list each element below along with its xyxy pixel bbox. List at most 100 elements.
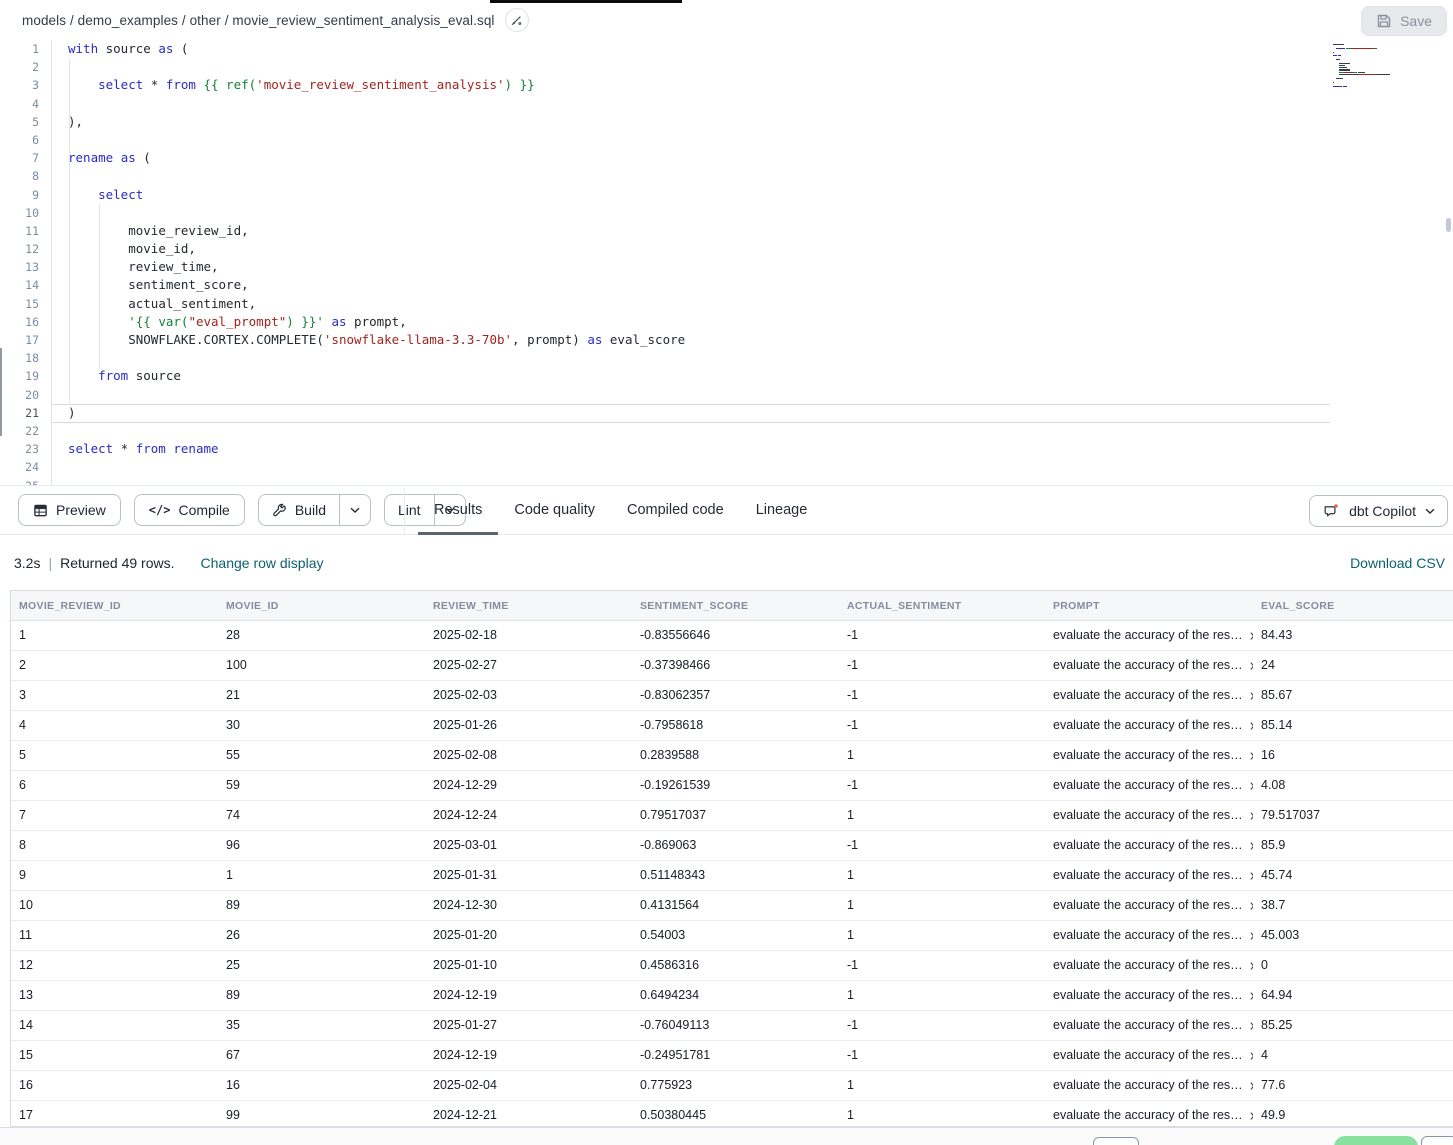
table-row: 912025-01-310.511483431evaluate the accu… [11, 861, 1453, 891]
save-button[interactable]: Save [1361, 6, 1447, 36]
code-line [68, 458, 1453, 476]
tab-compiled-code[interactable]: Compiled code [611, 486, 740, 534]
table-cell: 12 [11, 951, 218, 980]
table-cell: 8 [11, 831, 218, 860]
table-cell: 74 [218, 801, 425, 830]
code-line: ), [68, 113, 1453, 131]
table-cell: 2025-01-31 [425, 861, 632, 890]
expand-prompt-icon[interactable]: › [1250, 627, 1253, 644]
table-row: 4302025-01-26-0.7958618-1evaluate the ac… [11, 711, 1453, 741]
results-tabs: Results Code quality Compiled code Linea… [418, 486, 823, 534]
expand-prompt-icon[interactable]: › [1250, 1017, 1253, 1034]
table-cell: 2025-01-10 [425, 951, 632, 980]
build-button[interactable]: Build [259, 495, 339, 525]
chevron-down-icon [350, 507, 360, 514]
expand-prompt-icon[interactable]: › [1250, 957, 1253, 974]
preview-label: Preview [56, 502, 106, 518]
table-cell: 25 [218, 951, 425, 980]
preview-button[interactable]: Preview [18, 494, 121, 526]
expand-prompt-icon[interactable]: › [1250, 1107, 1253, 1124]
window-artifact [490, 0, 682, 3]
table-row: 3212025-02-03-0.83062357-1evaluate the a… [11, 681, 1453, 711]
table-cell: 35 [218, 1011, 425, 1040]
table-cell: 96 [218, 831, 425, 860]
code-line: select [68, 186, 1453, 204]
table-cell: 16 [11, 1071, 218, 1100]
table-cell: -1 [839, 1011, 1045, 1040]
tab-code-quality[interactable]: Code quality [498, 486, 611, 534]
prompt-text: evaluate the accuracy of the res… [1053, 951, 1243, 980]
code-line: movie_id, [68, 240, 1453, 258]
code-line [68, 386, 1453, 404]
tab-results[interactable]: Results [418, 486, 498, 534]
table-cell: 4 [11, 711, 218, 740]
change-row-display-link[interactable]: Change row display [201, 555, 324, 571]
code-editor[interactable]: 1234567891011121314151617181920212223242… [0, 40, 1453, 485]
prompt-text: evaluate the accuracy of the res… [1053, 921, 1243, 950]
table-cell: 0 [1253, 951, 1453, 980]
expand-prompt-icon[interactable]: › [1250, 1077, 1253, 1094]
code-line [68, 58, 1453, 76]
breadcrumb[interactable]: models / demo_examples / other / movie_r… [22, 13, 495, 28]
editor-code[interactable]: with source as ( select * from {{ ref('m… [52, 40, 1453, 485]
table-cell: evaluate the accuracy of the res…› [1045, 681, 1253, 710]
expand-prompt-icon[interactable]: › [1250, 777, 1253, 794]
copilot-label: dbt Copilot [1349, 503, 1416, 519]
line-number: 11 [0, 222, 51, 240]
copilot-badge-icon[interactable] [505, 8, 529, 32]
expand-prompt-icon[interactable]: › [1250, 687, 1253, 704]
expand-prompt-icon[interactable]: › [1250, 987, 1253, 1004]
table-cell: 2024-12-19 [425, 981, 632, 1010]
build-dropdown-button[interactable] [339, 495, 370, 525]
expand-prompt-icon[interactable]: › [1250, 717, 1253, 734]
table-cell: 7 [11, 801, 218, 830]
table-cell: -1 [839, 711, 1045, 740]
table-row: 6592024-12-29-0.19261539-1evaluate the a… [11, 771, 1453, 801]
table-cell: 0.51148343 [632, 861, 839, 890]
expand-prompt-icon[interactable]: › [1250, 657, 1253, 674]
line-number: 17 [0, 331, 51, 349]
bottom-partial-button[interactable] [1093, 1137, 1139, 1145]
table-header-row: MOVIE_REVIEW_IDMOVIE_IDREVIEW_TIMESENTIM… [11, 591, 1453, 621]
table-row: 5552025-02-080.28395881evaluate the accu… [11, 741, 1453, 771]
table-cell: evaluate the accuracy of the res… › [1045, 951, 1253, 980]
download-csv-link[interactable]: Download CSV [1350, 555, 1445, 571]
table-cell: -0.83062357 [632, 681, 839, 710]
table-cell: -0.83556646 [632, 621, 839, 650]
editor-scrollbar[interactable] [1446, 218, 1451, 232]
prompt-text: evaluate the accuracy of the res… [1053, 711, 1243, 740]
dbt-copilot-button[interactable]: dbt Copilot [1309, 495, 1448, 527]
editor-minimap[interactable] [1333, 44, 1433, 91]
table-cell: 2024-12-29 [425, 771, 632, 800]
expand-prompt-icon[interactable]: › [1250, 1047, 1253, 1064]
build-label: Build [295, 502, 326, 518]
line-number: 3 [0, 76, 51, 94]
expand-prompt-icon[interactable]: › [1250, 897, 1253, 914]
expand-prompt-icon[interactable]: › [1250, 807, 1253, 824]
table-cell: 2024-12-19 [425, 1041, 632, 1070]
row-count-summary: Returned 49 rows. [60, 555, 174, 571]
expand-prompt-icon[interactable]: › [1250, 837, 1253, 854]
build-split-button: Build [258, 494, 371, 526]
line-number: 10 [0, 204, 51, 222]
table-cell: evaluate the accuracy of the res… › [1045, 921, 1253, 950]
table-icon [33, 503, 48, 518]
code-line: select * from rename [68, 440, 1453, 458]
wrench-icon [272, 503, 287, 518]
table-cell: 85.9 [1253, 831, 1453, 860]
expand-prompt-icon[interactable]: › [1250, 747, 1253, 764]
expand-prompt-icon[interactable]: › [1250, 927, 1253, 944]
table-cell: 16 [1253, 741, 1453, 770]
table-cell: 2025-01-20 [425, 921, 632, 950]
table-row: 21002025-02-27-0.37398466-1evaluate the … [11, 651, 1453, 681]
compile-button[interactable]: </> Compile [134, 494, 245, 526]
bottom-partial-green-button[interactable] [1334, 1136, 1418, 1145]
bottom-partial-button[interactable] [1421, 1136, 1453, 1145]
table-cell: 24 [1253, 651, 1453, 680]
expand-prompt-icon[interactable]: › [1250, 867, 1253, 884]
table-cell: 13 [11, 981, 218, 1010]
code-line [68, 477, 1453, 486]
code-line: review_time, [68, 258, 1453, 276]
tab-lineage[interactable]: Lineage [740, 486, 824, 534]
results-toolbar: Preview </> Compile Build Lint [0, 485, 1453, 535]
